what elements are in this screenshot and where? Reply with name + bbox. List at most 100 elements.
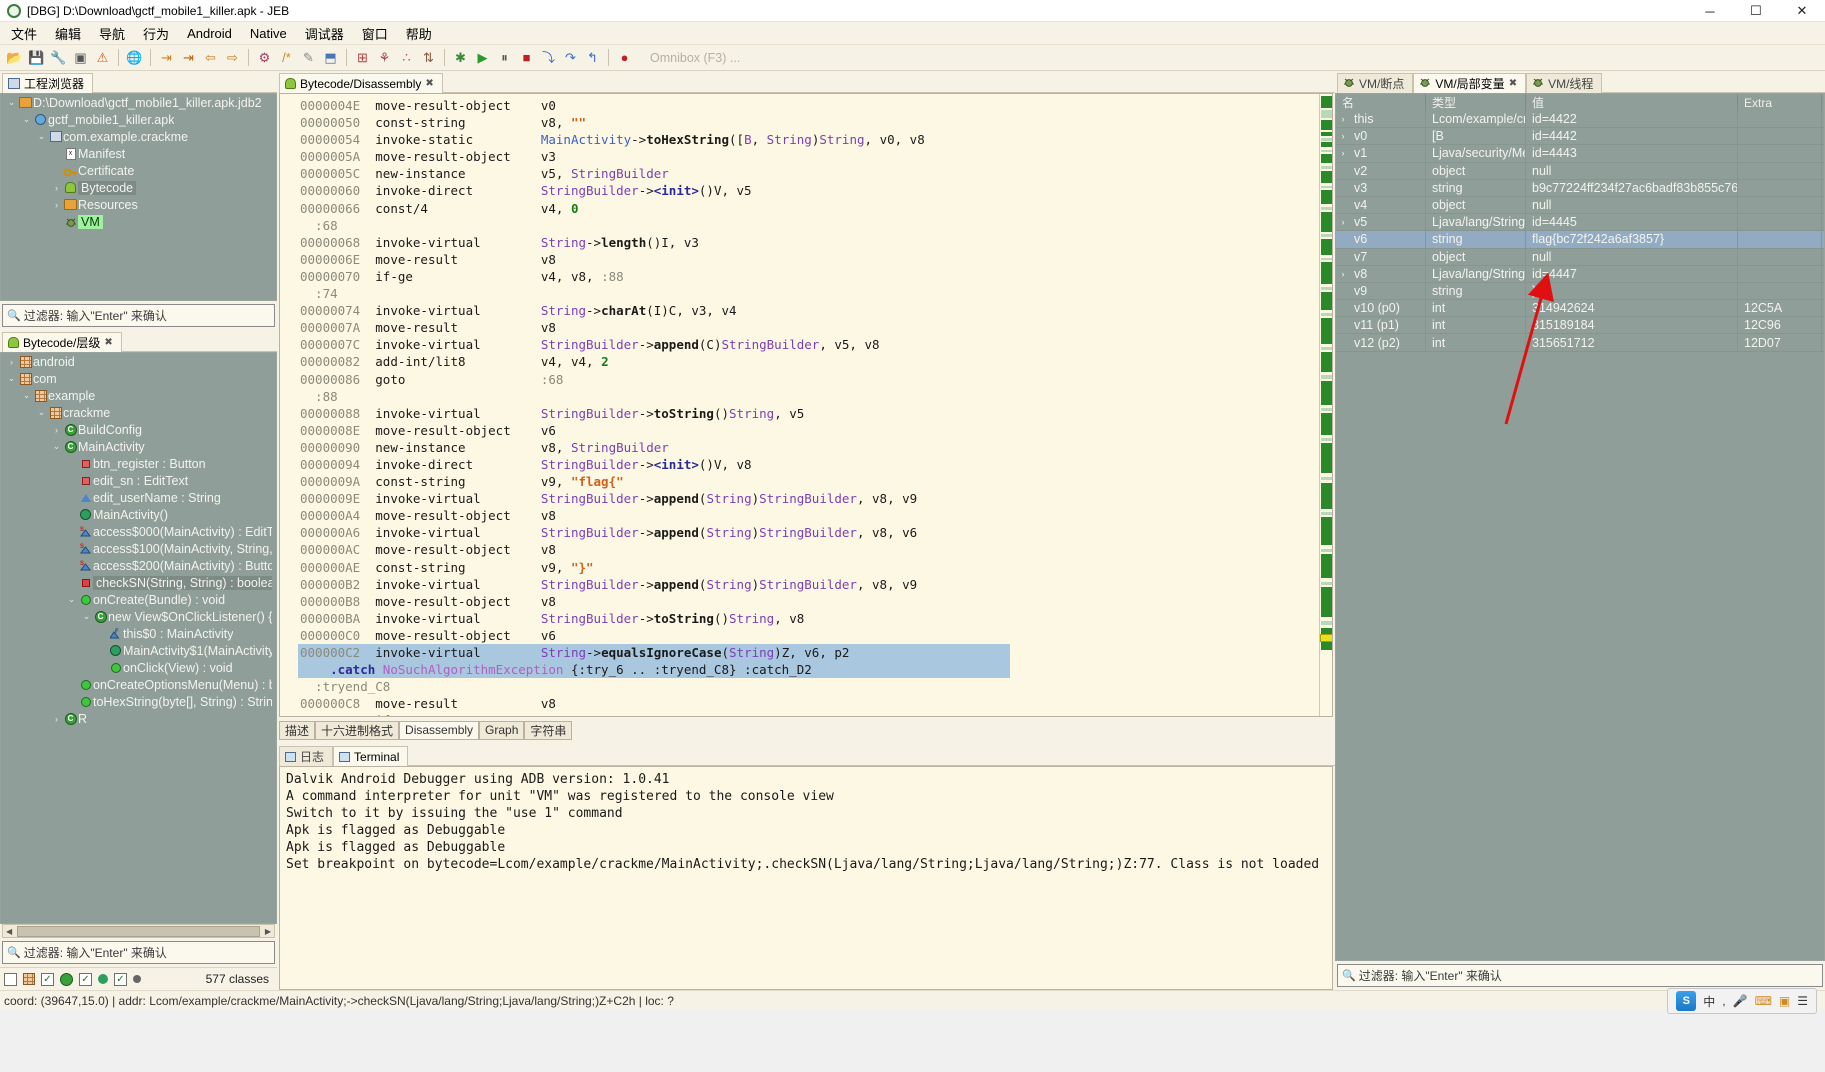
code-line[interactable]: 00000070 if-ge v4, v8, :88 [298,268,1319,285]
table-icon[interactable]: ⊞ [352,47,373,68]
console-tab-1[interactable]: Terminal [333,746,409,766]
code-line[interactable]: 00000074 invoke-virtual String->charAt(I… [298,302,1319,319]
variable-value[interactable]: 315651712 [1526,334,1738,351]
variable-value[interactable]: flag{bc72f242a6af3857} [1526,231,1738,248]
method-filter-icon[interactable] [60,972,73,986]
code-line[interactable]: 0000006E move-result v8 [298,251,1319,268]
tree-item[interactable]: ⌄ D:\Download\gctf_mobile1_killer.apk.jdb… [1,94,276,111]
menu-item-4[interactable]: Android [178,24,241,43]
menu-item-6[interactable]: 调试器 [296,22,353,45]
chevron-down-icon[interactable]: ⌄ [50,441,63,452]
step-out-icon[interactable]: ↰ [582,47,603,68]
code-line[interactable]: 00000090 new-instance v8, StringBuilder [298,439,1319,456]
console-tab-0[interactable]: 日志 [279,746,334,766]
sogou-logo-icon[interactable]: S [1676,991,1697,1011]
code-line[interactable]: 00000066 const/4 v4, 0 [298,200,1319,217]
tree-item[interactable]: MainActivity$1(MainActivity) [1,642,276,659]
code-line[interactable]: 00000088 invoke-virtual StringBuilder->t… [298,405,1319,422]
menu-item-3[interactable]: 行为 [134,22,178,45]
variable-value[interactable]: null [1526,248,1738,265]
globe-icon[interactable]: 🌐 [124,47,145,68]
chevron-down-icon[interactable]: ⌄ [80,611,93,622]
vm-filter-input[interactable]: 🔍 过滤器: 输入"Enter" 来确认 [1337,964,1823,987]
tree-item[interactable]: ⌄ C MainActivity [1,438,276,455]
tree-item[interactable]: Certificate [1,162,276,179]
window-icon[interactable]: ▣ [70,47,91,68]
hierarchy-filter-input[interactable]: 🔍 过滤器: 输入"Enter" 来确认 [2,941,275,964]
minimap-current-position[interactable] [1320,634,1332,642]
terminal-output[interactable]: Dalvik Android Debugger using ADB versio… [279,766,1333,990]
code-line[interactable]: 000000C0 move-result-object v6 [298,627,1319,644]
menu-item-7[interactable]: 窗口 [353,22,397,45]
vm-tab-1[interactable]: VM/局部变量 ✖ [1413,73,1527,93]
variable-value[interactable]: } [1526,282,1738,300]
code-line[interactable]: 0000008E move-result-object v6 [298,422,1319,439]
ime-mode-label[interactable]: 中 [1703,993,1715,1010]
code-line-catch[interactable]: ⮞ .catch NoSuchAlgorithmException {:try_… [298,661,1010,679]
tree-item[interactable]: ⌄ onCreate(Bundle) : void [1,591,276,608]
table-row[interactable]: › v5 Ljava/lang/StringBuildid=4445 [1336,214,1824,232]
tree-item[interactable]: ⌄ crackme [1,404,276,421]
project-filter-input[interactable]: 🔍 过滤器: 输入"Enter" 来确认 [2,304,275,327]
chevron-down-icon[interactable]: ⌄ [35,131,48,142]
code-line[interactable]: 000000CA if-eqz v8, :12 [298,712,1319,716]
variable-value[interactable]: b9c77224ff234f27ac6badf83b855c76 [1526,179,1738,196]
goto-icon[interactable]: ⇥ [156,47,177,68]
column-header-name[interactable]: 名 [1336,94,1426,111]
bytecode-hierarchy-tree[interactable]: › android ⌄ com ⌄ example ⌄ crackme › C BuildConfi… [0,352,277,924]
code-label-line[interactable]: :88 [298,388,1319,405]
code-minimap-scrollbar[interactable] [1319,94,1332,716]
menu-item-8[interactable]: 帮助 [397,22,441,45]
tree-item[interactable]: Saccess$000(MainActivity) : EditText [1,523,276,540]
close-button[interactable]: ✕ [1779,0,1825,22]
menu-item-1[interactable]: 编辑 [46,22,90,45]
code-line[interactable]: 0000009E invoke-virtual StringBuilder->a… [298,490,1319,507]
tab-bytecode-hierarchy[interactable]: Bytecode/层级 ✖ [2,332,122,352]
code-line[interactable]: 00000050 const-string v8, "" [298,114,1319,131]
pencil-icon[interactable]: ✎ [298,47,319,68]
disassembly-code-container[interactable]: 0000004E move-result-object v0 00000050 c… [279,93,1333,717]
code-line[interactable]: ⮞000000C2 invoke-virtual String->equalsI… [298,644,1010,662]
tab-project-explorer[interactable]: 工程浏览器 [2,73,94,93]
variable-value[interactable]: null [1526,196,1738,214]
chevron-down-icon[interactable]: ⌄ [65,594,78,605]
nodes-icon[interactable]: ∴ [396,47,417,68]
project-explorer-tabstrip[interactable]: 工程浏览器 [0,71,277,93]
tree-item[interactable]: › Resources [1,196,276,213]
chevron-down-icon[interactable]: ⌄ [20,390,33,401]
stop-icon[interactable]: ■ [516,47,537,68]
chevron-right-icon[interactable]: › [50,183,63,193]
tree-item[interactable]: toHexString(byte[], String) : String [1,693,276,710]
tree-item[interactable]: edit_sn : EditText [1,472,276,489]
tree-item[interactable]: ⌄ com.example.crackme [1,128,276,145]
tree-item[interactable]: ⌄ gctf_mobile1_killer.apk [1,111,276,128]
column-header-value[interactable]: 值 [1526,94,1738,111]
code-line[interactable]: 00000094 invoke-direct StringBuilder-><i… [298,456,1319,473]
table-row[interactable]: v7 object null [1336,248,1824,266]
warning-icon[interactable]: ⚠ [92,47,113,68]
chevron-right-icon[interactable]: › [1336,131,1350,141]
checkbox-1[interactable] [4,972,17,986]
console-tabstrip[interactable]: 日志 Terminal [277,744,1335,766]
variable-value[interactable]: id=4443 [1526,145,1738,162]
toolbar[interactable]: 📂 💾 🔧 ▣ ⚠ 🌐 ⇥ ⇥ ⇦ ⇨ ⚙/* ✎ ⬒ ⊞ ⚘ ∴ ⇅ ✱ ▶ ⏸ ■ ⤵ ↷ ↰ ● Omnibox (F3)… [0,45,1825,71]
hierarchy-hscrollbar[interactable]: ◀ ▶ [2,924,275,938]
chevron-right-icon[interactable]: › [50,425,63,435]
code-label-line[interactable]: :68 [298,217,1319,234]
variable-value[interactable]: id=4445 [1526,214,1738,231]
chevron-down-icon[interactable]: ⌄ [35,407,48,418]
vm-tab-0[interactable]: VM/断点 [1337,73,1414,93]
grid-toggle-icon[interactable] [23,973,35,985]
code-line[interactable]: 0000009A const-string v9, "flag{" [298,473,1319,490]
vm-tab-2[interactable]: VM/线程 [1526,73,1603,93]
table-row[interactable]: v3 string b9c77224ff234f27ac6badf83b855c76 [1336,179,1824,197]
mic-icon[interactable]: 🎤 [1733,994,1748,1008]
variable-value[interactable]: 315189184 [1526,317,1738,334]
chevron-down-icon[interactable]: ⌄ [5,373,18,384]
menu-item-2[interactable]: 导航 [90,22,134,45]
code-line[interactable]: 0000004E move-result-object v0 [298,97,1319,114]
step-over-icon[interactable]: ↷ [560,47,581,68]
disassembly-tab-4[interactable]: 字符串 [524,720,573,740]
table-row[interactable]: v9 string} [1336,282,1824,301]
disassembly-tab-2[interactable]: Disassembly [399,720,480,740]
